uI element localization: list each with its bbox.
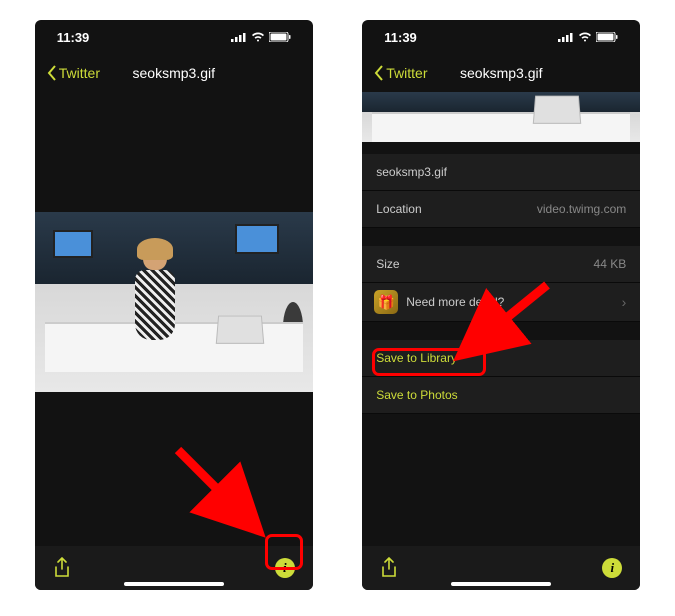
location-row: Location video.twimg.com: [362, 191, 640, 228]
home-indicator[interactable]: [451, 582, 551, 586]
gift-icon: 🎁: [374, 290, 398, 314]
chevron-left-icon: [47, 65, 57, 81]
share-icon: [380, 557, 398, 579]
phone-screen-right: 11:39 Twitter seoksmp3.gif seoksmp3.gif …: [362, 20, 640, 590]
location-value: video.twimg.com: [537, 202, 626, 216]
status-bar: 11:39: [362, 20, 640, 54]
filename-value: seoksmp3.gif: [376, 165, 447, 179]
nav-bar: Twitter seoksmp3.gif: [362, 54, 640, 92]
chevron-left-icon: [374, 65, 384, 81]
save-photos-label: Save to Photos: [376, 388, 457, 402]
home-indicator[interactable]: [124, 582, 224, 586]
gif-preview[interactable]: [35, 212, 313, 392]
content-area: seoksmp3.gif Location video.twimg.com Si…: [362, 92, 640, 546]
share-button[interactable]: [380, 557, 398, 579]
page-title: seoksmp3.gif: [460, 65, 542, 81]
signal-icon: [231, 32, 247, 42]
back-label: Twitter: [59, 65, 100, 81]
share-button[interactable]: [53, 557, 71, 579]
info-button[interactable]: i: [602, 558, 622, 578]
location-label: Location: [376, 202, 421, 216]
back-button[interactable]: Twitter: [374, 65, 427, 81]
filename-row: seoksmp3.gif: [362, 154, 640, 191]
back-button[interactable]: Twitter: [47, 65, 100, 81]
chevron-right-icon: ›: [622, 294, 627, 310]
signal-icon: [558, 32, 574, 42]
battery-icon: [269, 32, 291, 42]
back-label: Twitter: [386, 65, 427, 81]
gif-preview-thumb[interactable]: [362, 92, 640, 142]
more-detail-row[interactable]: 🎁 Need more detail? ›: [362, 283, 640, 322]
status-icons: [231, 32, 291, 42]
size-row: Size 44 KB: [362, 246, 640, 283]
battery-icon: [596, 32, 618, 42]
wifi-icon: [251, 32, 265, 42]
annotation-highlight-save: [372, 348, 486, 376]
nav-bar: Twitter seoksmp3.gif: [35, 54, 313, 92]
annotation-highlight-info: [265, 534, 303, 570]
size-label: Size: [376, 257, 399, 271]
content-area: [35, 92, 313, 546]
save-to-photos-button[interactable]: Save to Photos: [362, 377, 640, 414]
phone-screen-left: 11:39 Twitter seoksmp3.gif: [35, 20, 313, 590]
status-icons: [558, 32, 618, 42]
status-bar: 11:39: [35, 20, 313, 54]
page-title: seoksmp3.gif: [133, 65, 215, 81]
status-time: 11:39: [57, 30, 90, 45]
size-value: 44 KB: [594, 257, 627, 271]
more-detail-label: Need more detail?: [406, 295, 504, 309]
status-time: 11:39: [384, 30, 417, 45]
wifi-icon: [578, 32, 592, 42]
share-icon: [53, 557, 71, 579]
